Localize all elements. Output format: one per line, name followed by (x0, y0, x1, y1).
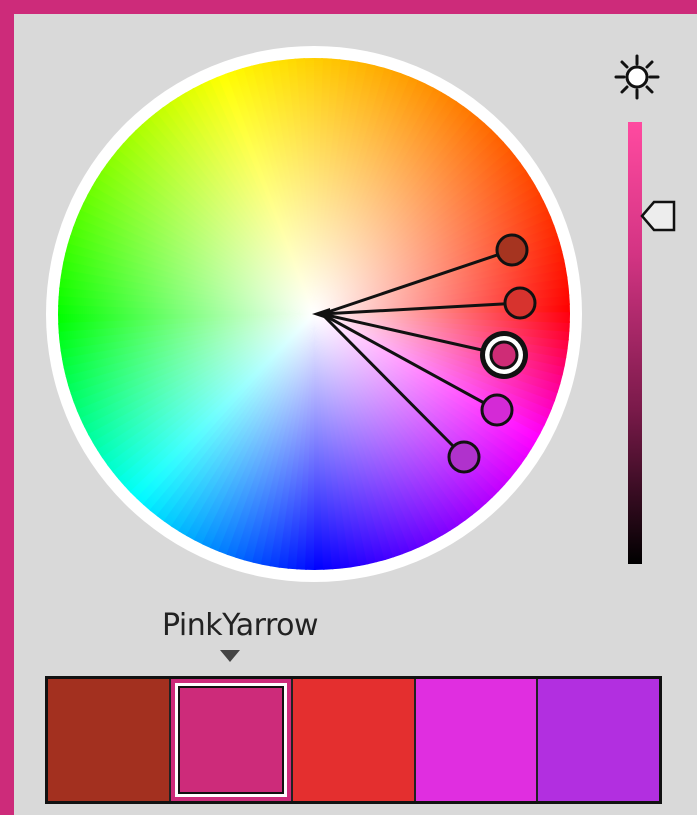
handle-2[interactable] (503, 286, 537, 320)
swatch-row (45, 676, 662, 804)
caret-down-icon[interactable] (218, 648, 242, 664)
sun-icon[interactable] (612, 52, 662, 102)
handle-5[interactable] (447, 440, 481, 474)
scheme-name: PinkYarrow (161, 608, 319, 643)
brightness-slider-thumb[interactable] (640, 198, 678, 234)
handle-3[interactable] (489, 340, 519, 370)
brightness-slider[interactable] (628, 122, 642, 564)
swatch-1[interactable] (48, 679, 171, 801)
handle-1[interactable] (495, 233, 529, 267)
swatch-2[interactable] (170, 679, 294, 801)
swatch-3[interactable] (293, 679, 416, 801)
handle-4[interactable] (480, 393, 514, 427)
swatch-4[interactable] (415, 679, 539, 801)
swatch-5[interactable] (538, 679, 659, 801)
